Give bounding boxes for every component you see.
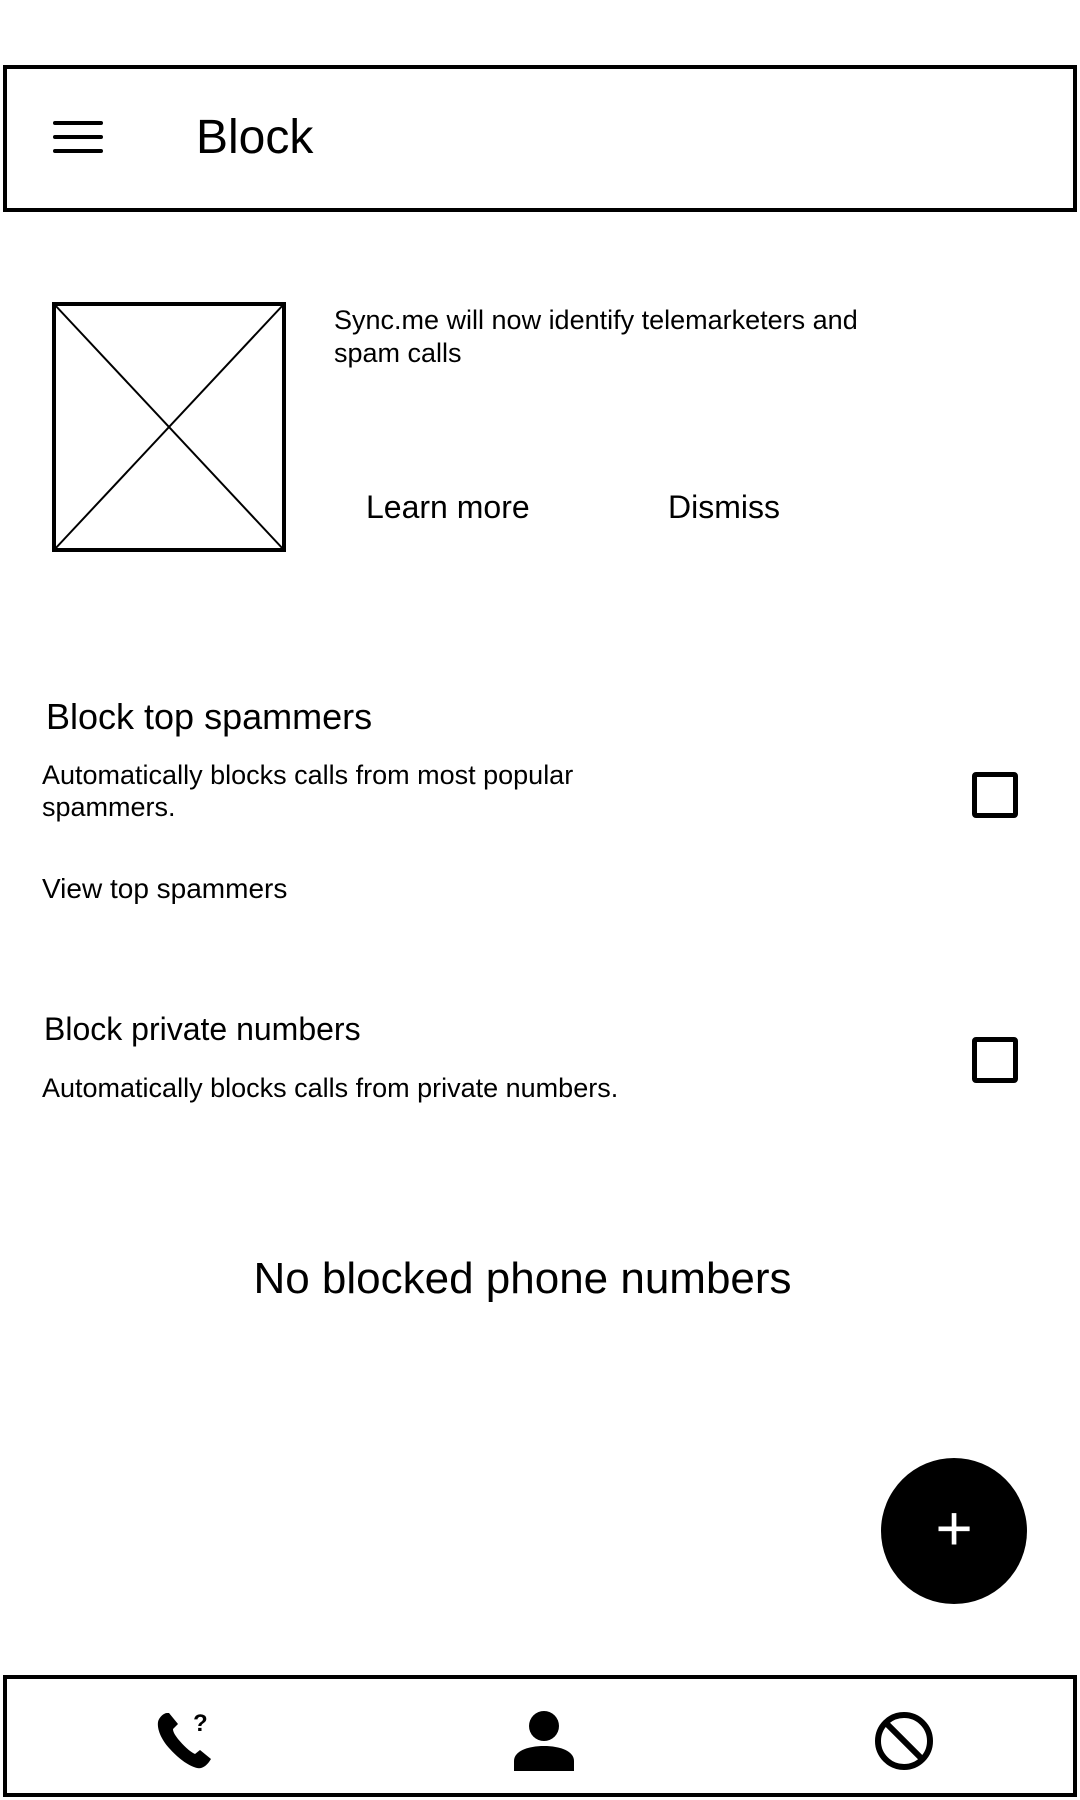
learn-more-button[interactable]: Learn more: [366, 487, 530, 527]
unknown-caller-phone-icon[interactable]: ?: [153, 1709, 217, 1773]
svg-text:?: ?: [193, 1710, 208, 1737]
add-icon: +: [935, 1492, 973, 1564]
image-placeholder-icon: [52, 302, 286, 552]
setting-title-private-numbers: Block private numbers: [44, 1011, 361, 1047]
page-title: Block: [196, 111, 314, 164]
block-icon[interactable]: [872, 1709, 936, 1773]
empty-state-message: No blocked phone numbers: [253, 1254, 792, 1303]
setting-title-top-spammers: Block top spammers: [46, 696, 373, 737]
banner-message: Sync.me will now identify telemarketers …: [334, 305, 858, 368]
view-top-spammers-link[interactable]: View top spammers: [42, 872, 287, 906]
bottom-navigation: ?: [3, 1675, 1077, 1797]
dismiss-button[interactable]: Dismiss: [668, 487, 780, 527]
contacts-person-icon[interactable]: [512, 1709, 576, 1773]
private-numbers-checkbox[interactable]: [972, 1037, 1018, 1083]
setting-description-private-numbers: Automatically blocks calls from private …: [42, 1073, 619, 1103]
add-blocked-number-button[interactable]: +: [881, 1458, 1027, 1604]
top-spammers-checkbox[interactable]: [972, 772, 1018, 818]
app-bar: Block: [3, 65, 1077, 212]
hamburger-menu-icon[interactable]: [51, 116, 107, 160]
setting-description-top-spammers: Automatically blocks calls from most pop…: [42, 760, 574, 822]
